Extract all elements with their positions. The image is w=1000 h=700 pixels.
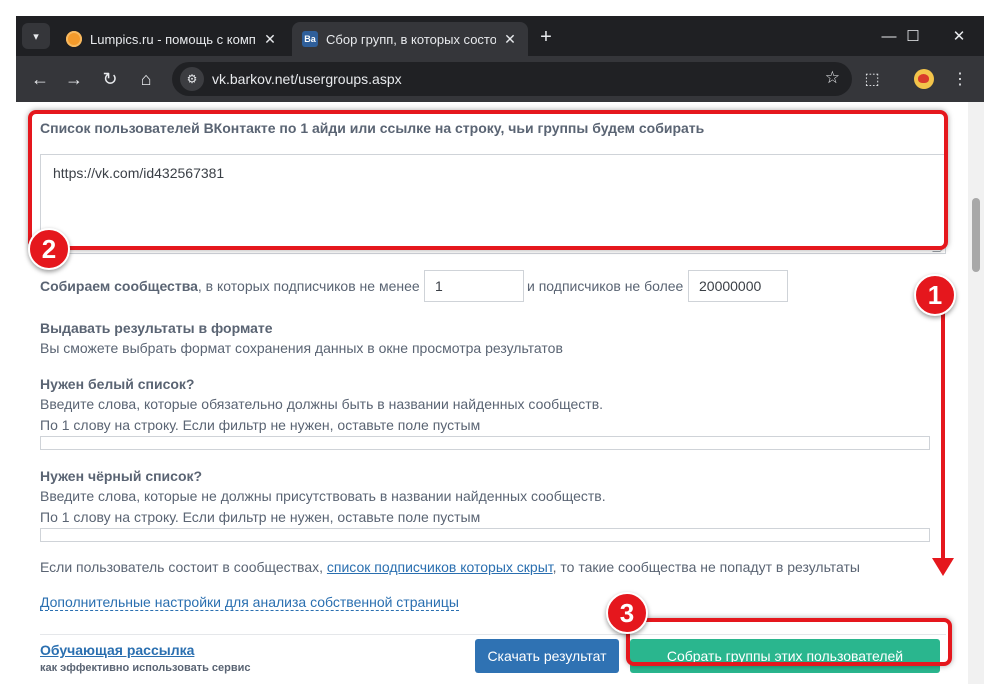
- arrow-right-icon: →: [65, 68, 83, 89]
- format-title: Выдавать результаты в формате: [40, 320, 273, 336]
- page-scrollbar[interactable]: [968, 102, 984, 684]
- extensions-button[interactable]: ⬚: [858, 65, 886, 93]
- scroll-thumb[interactable]: [972, 198, 980, 272]
- reload-icon: ↻: [102, 68, 118, 89]
- home-button[interactable]: ⌂: [132, 65, 160, 93]
- min-subscribers-value: 1: [435, 278, 443, 294]
- step-badge-1: 1: [914, 274, 956, 316]
- close-icon: ✕: [952, 28, 966, 45]
- tutorial-subtitle: как эффективно использовать сервис: [40, 662, 251, 674]
- arrow-left-icon: ←: [31, 68, 49, 89]
- blacklist-description: Введите слова, которые не должны присутс…: [40, 488, 606, 504]
- site-settings-icon[interactable]: ⚙: [180, 67, 204, 91]
- close-icon[interactable]: ✕: [502, 31, 518, 48]
- back-button[interactable]: ←: [26, 65, 54, 93]
- highlight-collect-button: [626, 618, 952, 666]
- forward-button[interactable]: →: [60, 65, 88, 93]
- min-subscribers-input[interactable]: 1: [424, 270, 524, 302]
- url-text[interactable]: vk.barkov.net/usergroups.aspx: [212, 71, 402, 87]
- profile-avatar[interactable]: [914, 69, 934, 89]
- menu-button[interactable]: ⋮: [946, 65, 974, 93]
- puzzle-icon: ⬚: [864, 71, 880, 88]
- tab-title: Сбор групп, в которых состоят: [326, 31, 496, 47]
- step-badge-3: 3: [606, 592, 648, 634]
- browser-window: ▾ Lumpics.ru - помощь с компьютером ✕ Ba…: [16, 16, 984, 684]
- reload-button[interactable]: ↻: [96, 65, 124, 93]
- tab-lumpics[interactable]: Lumpics.ru - помощь с компьютером ✕: [56, 22, 288, 56]
- more-vertical-icon: ⋮: [952, 71, 968, 88]
- tab-title: Lumpics.ru - помощь с компьютером: [90, 31, 256, 47]
- scroll-arrow-head-icon: [932, 558, 954, 576]
- collect-label: Собираем сообщества, в которых подписчик…: [40, 278, 420, 294]
- blacklist-hint: По 1 слову на строку. Если фильтр не нуж…: [40, 509, 481, 525]
- maximize-icon: ☐: [906, 28, 920, 45]
- bookmark-star-icon[interactable]: ☆: [825, 68, 840, 88]
- hidden-note-pre: Если пользователь состоит в сообществах,: [40, 559, 327, 575]
- blacklist-textarea[interactable]: [40, 528, 930, 542]
- max-subscribers-value: 20000000: [699, 278, 762, 294]
- scroll-arrow-line: [941, 312, 945, 560]
- home-icon: ⌂: [140, 68, 152, 89]
- collect-label-rest: , в которых подписчиков не менее: [197, 278, 420, 294]
- lumpics-icon: [66, 31, 82, 47]
- advanced-settings-link[interactable]: Дополнительные настройки для анализа соб…: [40, 594, 459, 611]
- max-subscribers-input[interactable]: 20000000: [688, 270, 788, 302]
- step-badge-2: 2: [28, 228, 70, 270]
- whitelist-hint: По 1 слову на строку. Если фильтр не нуж…: [40, 417, 481, 433]
- chevron-down-icon: ▾: [33, 30, 39, 43]
- new-tab-button[interactable]: +: [534, 25, 558, 49]
- tab-vk-barkov[interactable]: Ba Сбор групп, в которых состоят ✕: [292, 22, 528, 56]
- minimize-icon: —: [881, 27, 897, 45]
- vk-icon: Ba: [302, 31, 318, 47]
- close-icon[interactable]: ✕: [262, 31, 278, 48]
- whitelist-textarea[interactable]: [40, 436, 930, 450]
- tab-strip: ▾ Lumpics.ru - помощь с компьютером ✕ Ba…: [16, 16, 984, 56]
- collect-label-bold: Собираем сообщества: [40, 278, 198, 294]
- hidden-subscribers-link[interactable]: список подписчиков которых скрыт: [327, 559, 553, 575]
- format-description: Вы сможете выбрать формат сохранения дан…: [40, 340, 563, 356]
- blacklist-title: Нужен чёрный список?: [40, 468, 203, 484]
- browser-toolbar: ← → ↻ ⌂ ⚙ vk.barkov.net/usergroups.aspx …: [16, 56, 984, 102]
- address-bar[interactable]: ⚙ vk.barkov.net/usergroups.aspx ☆: [172, 62, 852, 96]
- tutorial-link[interactable]: Обучающая рассылка: [40, 642, 194, 658]
- hidden-groups-note: Если пользователь состоит в сообществах,…: [40, 559, 860, 575]
- hidden-note-post: , то такие сообщества не попадут в резул…: [552, 559, 860, 575]
- close-window-button[interactable]: ✕: [942, 24, 976, 48]
- download-result-button[interactable]: Скачать результат: [475, 639, 619, 673]
- max-subscribers-label: и подписчиков не более: [527, 278, 684, 294]
- plus-icon: +: [540, 25, 552, 48]
- maximize-button[interactable]: ☐: [896, 24, 930, 48]
- tab-search-button[interactable]: ▾: [22, 23, 50, 49]
- highlight-user-list: [28, 110, 948, 250]
- whitelist-title: Нужен белый список?: [40, 376, 195, 392]
- whitelist-description: Введите слова, которые обязательно должн…: [40, 396, 604, 412]
